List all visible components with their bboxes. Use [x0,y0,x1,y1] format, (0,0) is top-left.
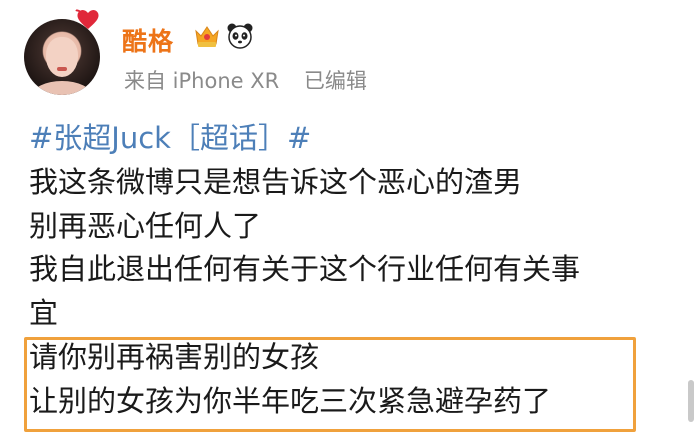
username[interactable]: 酷格 [122,22,174,58]
post-line-1: 我这条微博只是想告诉这个恶心的渣男 [29,164,523,199]
post-line-3: 我自此退出任何有关于这个行业任何有关事 [29,252,581,287]
edited-label[interactable]: 已编辑 [304,69,367,93]
avatar-face [46,37,78,77]
highlight-box [24,337,636,432]
post-line-2: 别再恶心任何人了 [29,208,262,243]
super-topic-link[interactable]: #张超Juck［超话］# [29,117,580,161]
post-line-4: 宜 [29,296,59,331]
avatar-lips [57,67,67,71]
scrollbar[interactable] [688,380,694,422]
heart-icon [75,9,99,29]
post-meta: 来自 iPhone XR 已编辑 [124,65,385,95]
post-source[interactable]: 来自 iPhone XR [124,69,279,93]
avatar-shoulder [32,81,92,95]
panda-icon [227,23,253,49]
crown-badge-icon [195,26,219,47]
avatar[interactable] [24,19,100,95]
